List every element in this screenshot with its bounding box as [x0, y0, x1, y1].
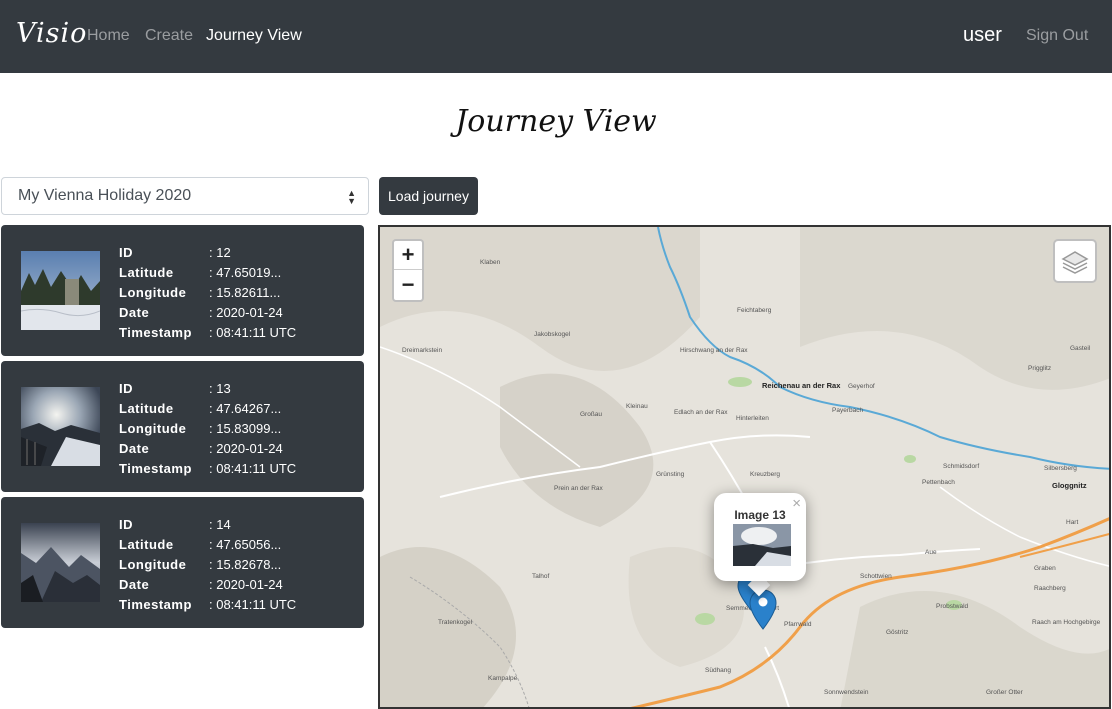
- image-thumbnail[interactable]: [21, 251, 100, 330]
- timestamp-label: Timestamp: [119, 460, 192, 476]
- map-label: Geyerhof: [848, 383, 875, 390]
- date-value: : 2020-01-24: [209, 304, 283, 320]
- nav-create-link[interactable]: Create: [145, 27, 193, 45]
- image-popup: × Image 13: [714, 493, 806, 581]
- date-value: : 2020-01-24: [209, 440, 283, 456]
- image-card[interactable]: ID : 13 Latitude : 47.64267... Longitude : …: [1, 361, 364, 492]
- image-card[interactable]: ID : 12 Latitude : 47.65019... Longitude : …: [1, 225, 364, 356]
- map-label: Gasteil: [1070, 345, 1091, 352]
- map-label: Schottwien: [860, 573, 892, 580]
- latitude-label: Latitude: [119, 264, 174, 280]
- image-thumbnail[interactable]: [21, 387, 100, 466]
- map-label: Silbersberg: [1044, 465, 1077, 472]
- map-label: Raachberg: [1034, 585, 1066, 592]
- id-value: : 14: [209, 516, 231, 532]
- timestamp-value: : 08:41:11 UTC: [209, 596, 297, 612]
- image-card[interactable]: ID : 14 Latitude : 47.65056... Longitude : …: [1, 497, 364, 628]
- map-label: Payerbach: [832, 407, 864, 414]
- map-label: Pettenbach: [922, 479, 955, 486]
- map-label: Pfarrwald: [784, 621, 812, 628]
- id-value: : 13: [209, 380, 231, 396]
- latitude-value: : 47.64267...: [209, 400, 282, 416]
- load-journey-button[interactable]: Load journey: [379, 177, 478, 215]
- longitude-value: : 15.83099...: [209, 420, 282, 436]
- zoom-in-button[interactable]: +: [394, 241, 422, 270]
- nav-username: user: [963, 24, 1002, 46]
- map-label: Aue: [925, 549, 937, 556]
- map-label: Grünsting: [656, 471, 685, 478]
- id-label: ID: [119, 244, 133, 260]
- latitude-label: Latitude: [119, 400, 174, 416]
- longitude-label: Longitude: [119, 556, 187, 572]
- layers-icon: [1061, 251, 1089, 274]
- select-arrows-icon: ▲ ▼: [347, 188, 356, 206]
- map-label: Südhang: [705, 667, 732, 674]
- journey-select[interactable]: My Vienna Holiday 2020 ▲ ▼: [1, 177, 369, 215]
- map-label: Großau: [580, 411, 603, 418]
- map-label: Klaben: [480, 259, 501, 266]
- longitude-label: Longitude: [119, 284, 187, 300]
- map-tiles[interactable]: [380, 227, 1111, 709]
- map-label: Schmidsdorf: [943, 463, 980, 470]
- zoom-control: + −: [392, 239, 424, 302]
- latitude-value: : 47.65056...: [209, 536, 282, 552]
- longitude-label: Longitude: [119, 420, 187, 436]
- map-label: Feichtaberg: [737, 307, 772, 314]
- popup-title: Image 13: [734, 508, 786, 522]
- brand-logo[interactable]: Visio: [16, 18, 87, 49]
- map-label: Hinterleiten: [736, 415, 769, 422]
- timestamp-label: Timestamp: [119, 324, 192, 340]
- map-label: Edlach an der Rax: [674, 409, 728, 416]
- timestamp-value: : 08:41:11 UTC: [209, 460, 297, 476]
- date-label: Date: [119, 440, 150, 456]
- date-label: Date: [119, 576, 150, 592]
- latitude-label: Latitude: [119, 536, 174, 552]
- date-label: Date: [119, 304, 150, 320]
- id-label: ID: [119, 516, 133, 532]
- page-title: Journey View: [455, 104, 657, 139]
- nav-home-link[interactable]: Home: [87, 27, 130, 45]
- map-label: Göstritz: [886, 629, 909, 636]
- map-label: Raach am Hochgebirge: [1032, 619, 1101, 626]
- map-label: Prigglitz: [1028, 365, 1052, 372]
- map-label: Prein an der Rax: [554, 485, 603, 492]
- map-label: Sonnwendstein: [824, 689, 869, 696]
- timestamp-label: Timestamp: [119, 596, 192, 612]
- map-label: Reichenau an der Rax: [762, 381, 841, 390]
- map-view[interactable]: Klaben Jakobskogel Dreimarkstein Feichta…: [378, 225, 1111, 709]
- id-value: : 12: [209, 244, 231, 260]
- map-label: Talhof: [532, 573, 550, 580]
- latitude-value: : 47.65019...: [209, 264, 282, 280]
- navbar: Visio Home Create Journey View user Sign…: [0, 0, 1112, 73]
- map-label: Probstwald: [936, 603, 969, 610]
- layers-button[interactable]: [1053, 239, 1097, 283]
- longitude-value: : 15.82678...: [209, 556, 282, 572]
- map-label: Dreimarkstein: [402, 347, 443, 354]
- date-value: : 2020-01-24: [209, 576, 283, 592]
- timestamp-value: : 08:41:11 UTC: [209, 324, 297, 340]
- map-label: Tratenkogel: [438, 619, 473, 626]
- map-label: Großer Otter: [986, 689, 1023, 696]
- map-label: Kleinau: [626, 403, 648, 410]
- map-label: Gloggnitz: [1052, 481, 1087, 490]
- map-label: Kreuzberg: [750, 471, 780, 478]
- map-label: Hirschwang an der Rax: [680, 347, 748, 354]
- map-label: Jakobskogel: [534, 331, 571, 338]
- id-label: ID: [119, 380, 133, 396]
- longitude-value: : 15.82611...: [209, 284, 281, 300]
- popup-image[interactable]: [733, 524, 791, 566]
- map-label: Graben: [1034, 565, 1056, 572]
- journey-select-value: My Vienna Holiday 2020: [18, 187, 192, 204]
- sign-out-link[interactable]: Sign Out: [1026, 27, 1088, 45]
- map-marker-icon[interactable]: [748, 589, 778, 631]
- map-label: Kampalpe: [488, 675, 518, 682]
- image-thumbnail[interactable]: [21, 523, 100, 602]
- zoom-out-button[interactable]: −: [394, 270, 422, 299]
- map-label: Hart: [1066, 519, 1079, 526]
- nav-journey-view-link[interactable]: Journey View: [206, 27, 302, 45]
